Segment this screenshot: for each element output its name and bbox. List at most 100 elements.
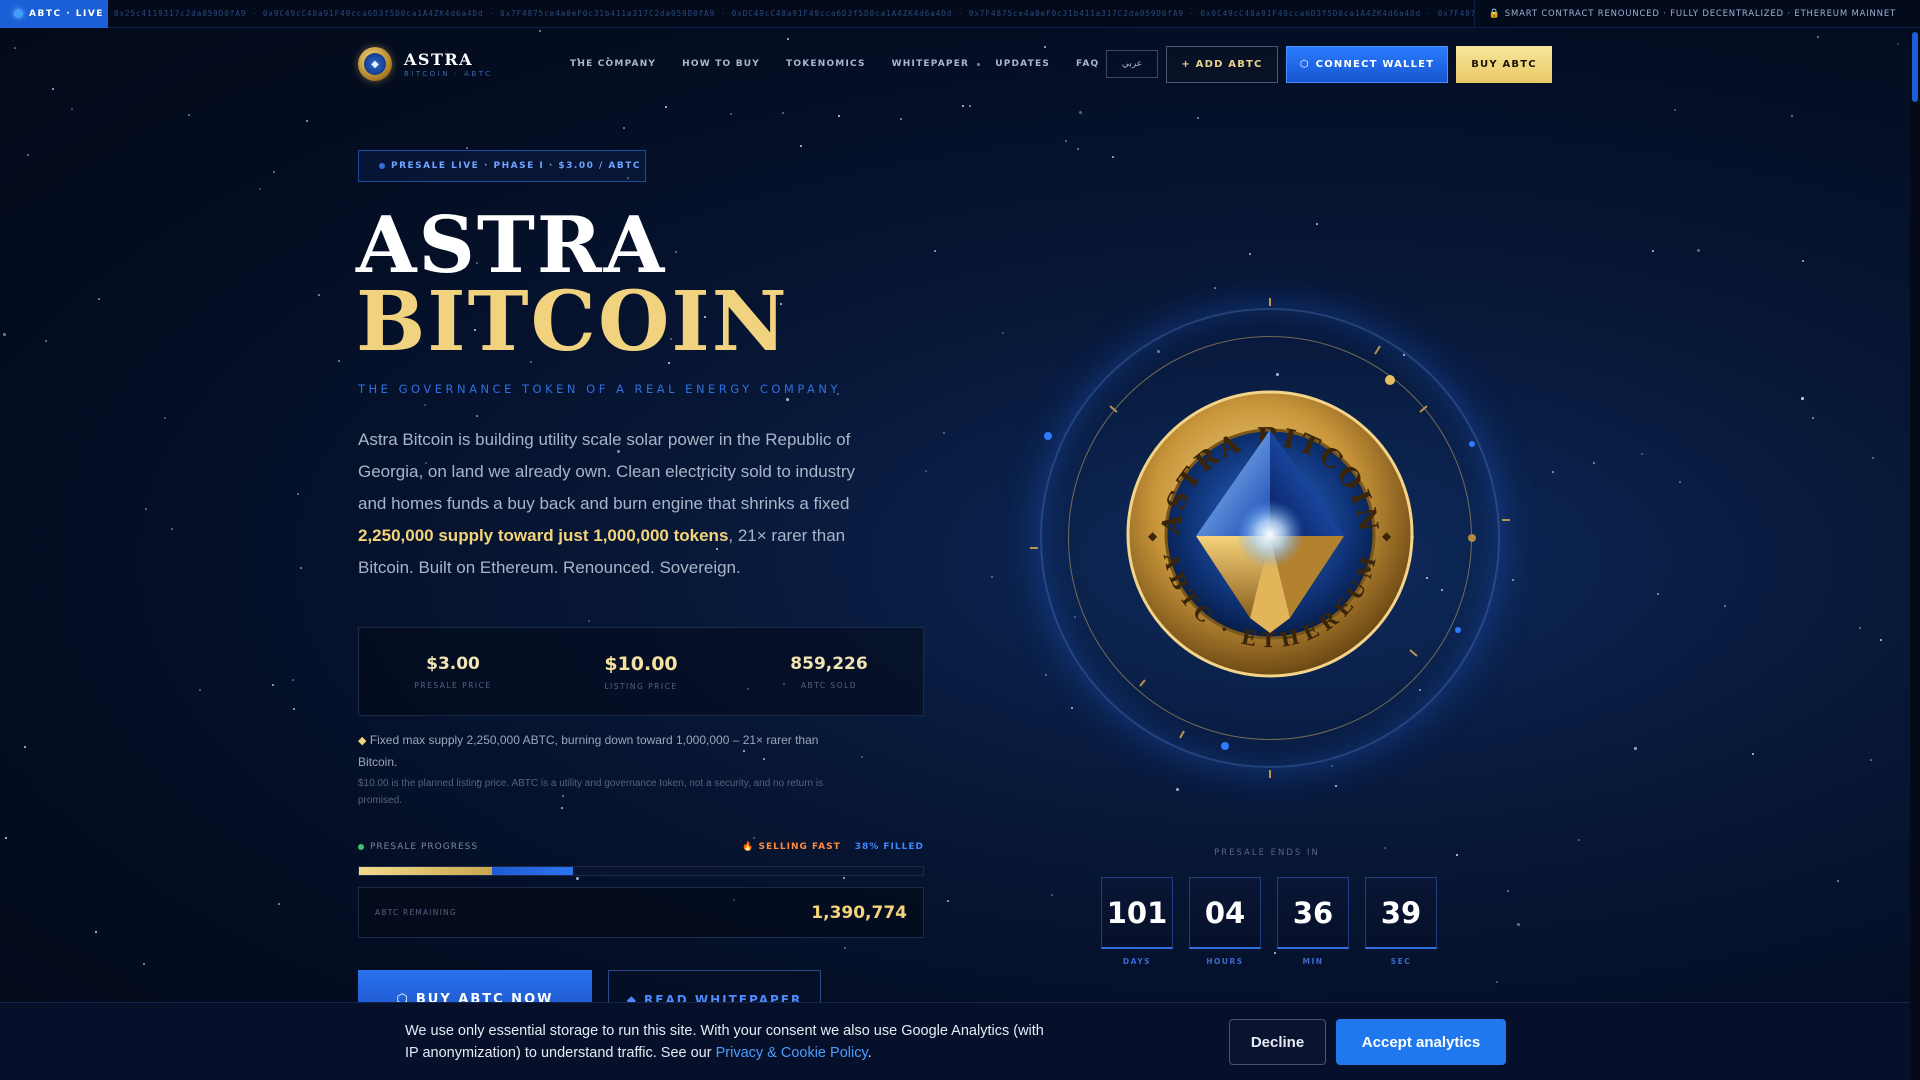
connect-wallet-button[interactable]: ⬡ CONNECT WALLET — [1286, 45, 1448, 83]
stat-listing-price: $10.00 LISTING PRICE — [547, 628, 735, 715]
scrollbar-thumb[interactable] — [1912, 32, 1918, 102]
star — [947, 900, 949, 902]
status-dot-icon — [358, 844, 364, 850]
star — [782, 112, 784, 114]
star — [1724, 605, 1726, 607]
decline-button[interactable]: Decline — [1229, 1019, 1326, 1065]
star — [787, 38, 789, 40]
hero-tagline: THE GOVERNANCE TOKEN OF A REAL ENERGY CO… — [358, 382, 842, 396]
cookie-end: . — [867, 1045, 872, 1061]
star — [1641, 453, 1643, 455]
nav-link-updates[interactable]: UPDATES — [995, 59, 1050, 69]
accept-analytics-button[interactable]: Accept analytics — [1336, 1019, 1506, 1065]
star — [900, 118, 902, 120]
star — [800, 145, 802, 147]
star — [297, 493, 299, 495]
live-dot-icon — [14, 9, 23, 18]
lock-icon: 🔒 — [1488, 8, 1501, 19]
star — [52, 88, 54, 90]
logo[interactable]: ◆ ASTRA BITCOIN · ABTC — [358, 47, 558, 81]
live-label: ABTC · LIVE — [29, 8, 104, 19]
stat-value: $3.00 — [426, 653, 480, 674]
privacy-policy-link[interactable]: Privacy & Cookie Policy — [716, 1045, 868, 1061]
remaining-label: ABTC REMAINING — [375, 908, 457, 917]
star — [1801, 397, 1804, 400]
desc-highlight: 2,250,000 supply toward just 1,000,000 t… — [358, 526, 729, 545]
countdown-hours: 04 HOURS — [1189, 877, 1261, 966]
progress-label-text: PRESALE PROGRESS — [370, 842, 479, 852]
star — [1065, 140, 1067, 142]
star — [623, 127, 625, 129]
star — [98, 298, 100, 300]
star — [1593, 462, 1595, 464]
nav-link-how-to-buy[interactable]: HOW TO BUY — [682, 59, 760, 69]
star — [1316, 223, 1318, 225]
star — [1657, 593, 1659, 595]
orbit-dot — [1469, 441, 1475, 447]
star — [1880, 639, 1882, 641]
star — [27, 154, 29, 156]
countdown-minutes: 36 MIN — [1277, 877, 1349, 966]
star — [300, 567, 302, 569]
star — [991, 576, 993, 578]
star — [45, 340, 47, 342]
stat-presale-price: $3.00 PRESALE PRICE — [359, 628, 547, 715]
countdown-unit: SEC — [1390, 957, 1412, 966]
star — [278, 903, 280, 905]
ticker-addresses: 0x25c4119317c2da059D0fA9 · 0x9C49cC48a91… — [114, 9, 1474, 18]
star — [466, 147, 468, 149]
star — [969, 105, 971, 107]
nav-link-whitepaper[interactable]: WHITEPAPER — [892, 59, 970, 69]
nav-link-faq[interactable]: FAQ — [1076, 59, 1099, 69]
star — [259, 188, 261, 190]
star — [199, 689, 201, 691]
star — [1897, 43, 1899, 45]
coin-diamond-right: ◆ — [1382, 529, 1392, 543]
buy-abtc-button[interactable]: BUY ABTC — [1456, 45, 1552, 83]
star — [934, 250, 936, 252]
scrollbar[interactable] — [1910, 28, 1920, 1080]
star — [786, 398, 789, 401]
star — [5, 837, 7, 839]
progress-bar — [358, 866, 924, 876]
star — [14, 47, 16, 49]
star — [1456, 854, 1458, 856]
star — [293, 708, 295, 710]
tag-dot-icon — [379, 163, 385, 169]
countdown-days: 101 DAYS — [1101, 877, 1173, 966]
star — [292, 679, 294, 681]
countdown: 101 DAYS 04 HOURS 36 MIN 39 SEC — [1101, 877, 1437, 966]
desc-part1: Astra Bitcoin is building utility scale … — [358, 430, 856, 513]
filled-percent: 38% FILLED — [854, 842, 924, 852]
star — [576, 877, 579, 880]
star — [145, 508, 147, 510]
cookie-text: We use only essential storage to run thi… — [405, 1020, 1045, 1064]
star — [1791, 115, 1793, 117]
star — [1112, 156, 1114, 158]
orbit-dot — [1468, 534, 1476, 542]
stat-value: 859,226 — [790, 653, 868, 674]
star — [1697, 249, 1700, 252]
add-abtc-button[interactable]: + ADD ABTC — [1166, 45, 1278, 83]
hero-title-line2: BITCOIN — [356, 274, 789, 370]
live-badge: ABTC · LIVE — [0, 0, 108, 28]
star — [306, 120, 308, 122]
connect-wallet-label: CONNECT WALLET — [1315, 58, 1435, 70]
star — [1872, 457, 1874, 459]
star — [143, 963, 145, 965]
stat-label: PRESALE PRICE — [414, 680, 492, 690]
star — [1051, 894, 1053, 896]
nav-link-tokenomics[interactable]: TOKENOMICS — [786, 59, 866, 69]
nav-link-company[interactable]: THE COMPANY — [570, 59, 656, 69]
star — [1077, 148, 1079, 150]
star — [95, 931, 97, 933]
star — [1578, 839, 1580, 841]
selling-fast-badge: 🔥 SELLING FAST — [742, 842, 841, 852]
star — [1812, 417, 1814, 419]
hero-title-line1: ASTRA — [356, 200, 667, 291]
star — [1517, 923, 1520, 926]
star — [318, 294, 320, 296]
language-button[interactable]: عربي — [1106, 50, 1158, 78]
starfield — [0, 0, 1920, 1080]
nav-actions: عربي + ADD ABTC ⬡ CONNECT WALLET BUY ABT… — [1106, 45, 1552, 83]
